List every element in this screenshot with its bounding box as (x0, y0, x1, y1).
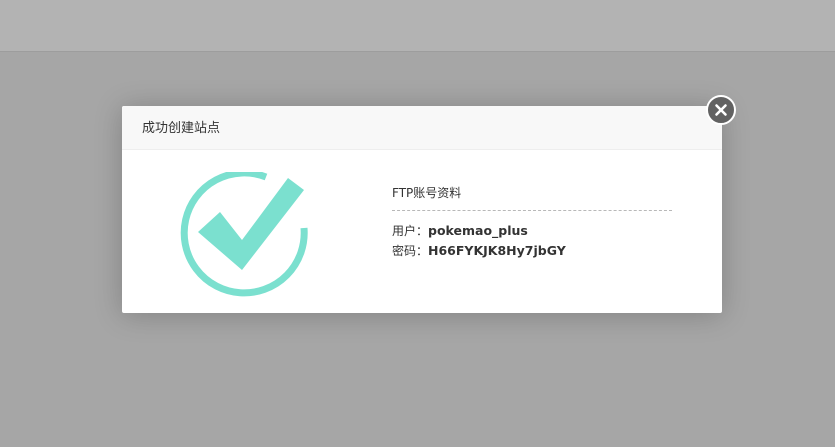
close-icon (715, 104, 727, 116)
top-bar (0, 0, 835, 52)
page-backdrop: 成功创建站点 FTP账号资料 用户：pokemao_plus 密码：H66FYK… (0, 0, 835, 447)
divider (392, 210, 672, 211)
dialog-header: 成功创建站点 (122, 106, 722, 150)
ftp-password-row: 密码：H66FYKJK8Hy7jbGY (392, 241, 672, 261)
close-button[interactable] (706, 95, 736, 125)
ftp-password-label: 密码： (392, 244, 429, 258)
ftp-info-heading: FTP账号资料 (392, 186, 462, 200)
check-circle-icon (178, 169, 310, 304)
ftp-password-value: H66FYKJK8Hy7jbGY (428, 243, 566, 258)
ftp-user-row: 用户：pokemao_plus (392, 221, 672, 241)
dialog-title: 成功创建站点 (142, 121, 221, 136)
ftp-user-value: pokemao_plus (428, 223, 528, 238)
ftp-info-panel: FTP账号资料 用户：pokemao_plus 密码：H66FYKJK8Hy7j… (392, 184, 672, 261)
ftp-user-label: 用户： (392, 224, 429, 238)
success-dialog: 成功创建站点 FTP账号资料 用户：pokemao_plus 密码：H66FYK… (122, 106, 722, 313)
